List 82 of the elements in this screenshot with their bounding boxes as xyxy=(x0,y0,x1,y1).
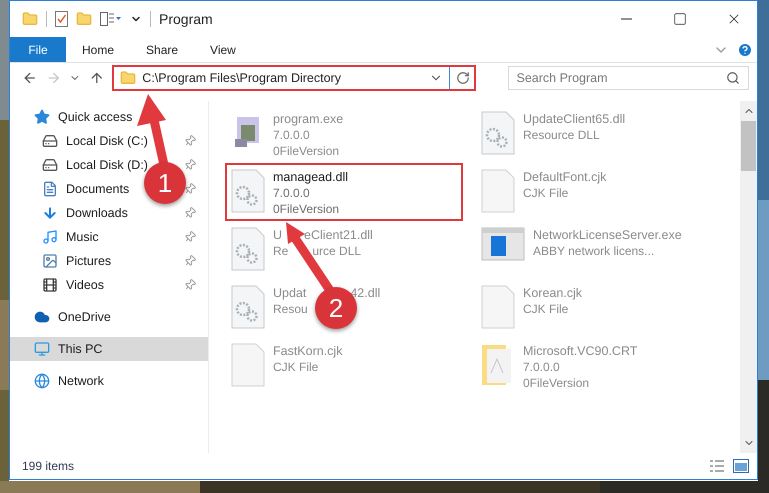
file-name: managead.dll xyxy=(273,168,348,186)
drive-icon xyxy=(42,157,58,173)
picture-icon xyxy=(42,253,58,269)
file-name: UpdateClient65.dll xyxy=(523,110,626,128)
gear-file-icon xyxy=(231,227,265,271)
blank-file-icon xyxy=(481,285,515,329)
file-detail: 7.0.0.0 xyxy=(273,185,310,202)
file-name: Microsoft.VC90.CRT xyxy=(523,342,638,360)
file-name: DefaultFont.cjk xyxy=(523,168,606,186)
file-name: FastKorn.cjk xyxy=(273,342,342,360)
sidebar-item[interactable]: OneDrive xyxy=(34,308,111,326)
details-view-icon[interactable] xyxy=(709,459,725,473)
maximize-icon xyxy=(673,12,687,26)
view-options-icon[interactable] xyxy=(100,12,122,26)
gear-file-icon xyxy=(481,111,515,155)
folder-icon xyxy=(120,70,136,86)
address-field[interactable]: C:\Program Files\Program Directory xyxy=(112,65,476,91)
scrollbar[interactable] xyxy=(740,101,757,453)
ribbon-tab[interactable]: Share xyxy=(130,37,194,62)
file-name: Updat xyxy=(273,284,306,302)
music-icon xyxy=(42,229,58,245)
folder-icon[interactable] xyxy=(22,11,38,27)
sidebar-item[interactable]: Network xyxy=(34,372,104,390)
ribbon-tab[interactable]: File xyxy=(10,37,66,62)
monitor-icon xyxy=(34,341,50,357)
search-input[interactable]: Search Program xyxy=(516,68,726,88)
item-count: 199 items xyxy=(22,458,76,475)
file-detail: Resource DLL xyxy=(523,127,600,144)
window-icon xyxy=(481,227,525,261)
sidebar-item[interactable]: Downloads xyxy=(42,204,128,222)
network-icon xyxy=(34,373,50,389)
file-name: NetworkLicenseServer.exe xyxy=(533,226,682,244)
file-name: Korean.cjk xyxy=(523,284,582,302)
checklist-icon[interactable] xyxy=(55,11,68,27)
file-detail: 0FileVersion xyxy=(273,201,340,218)
window-title: Program xyxy=(159,10,213,29)
file-detail: urce DLL xyxy=(312,243,362,260)
scroll-thumb[interactable] xyxy=(741,121,756,171)
sidebar-item[interactable]: This PC xyxy=(34,340,102,358)
sidebar-item[interactable]: Pictures xyxy=(42,252,112,270)
file-detail: 0FileVersion xyxy=(523,375,590,392)
forward-icon[interactable] xyxy=(46,70,62,86)
file-detail: CJK File xyxy=(523,185,568,202)
folder-icon[interactable] xyxy=(76,11,92,27)
sidebar-item[interactable]: Local Disk (D:) xyxy=(42,156,148,174)
film-icon xyxy=(42,277,58,293)
drive-icon xyxy=(42,133,58,149)
minimize-icon xyxy=(620,18,632,20)
file-name: U xyxy=(273,226,282,244)
blank-file-icon xyxy=(231,343,265,387)
gear-file-icon xyxy=(231,169,265,213)
sidebar-item[interactable]: Documents xyxy=(42,180,130,198)
file-detail: 7.0.0.0 xyxy=(273,127,310,144)
ribbon-tab[interactable]: Home xyxy=(66,37,130,62)
back-icon[interactable] xyxy=(22,70,38,86)
file-name: 42.dll xyxy=(350,284,380,302)
refresh-icon[interactable] xyxy=(456,71,470,85)
file-detail: 0FileVersion xyxy=(273,143,340,160)
file-detail: ABBY network licens... xyxy=(533,243,654,260)
help-icon[interactable] xyxy=(737,42,753,58)
file-detail: Re xyxy=(273,243,288,260)
blank-file-icon xyxy=(481,169,515,213)
gear-file-icon xyxy=(231,285,265,329)
search-field[interactable]: Search Program xyxy=(508,66,749,90)
file-detail: CJK File xyxy=(273,359,318,376)
search-icon xyxy=(726,71,740,85)
file-detail: CJK File xyxy=(523,301,568,318)
sidebar-item[interactable]: Music xyxy=(42,228,99,246)
sidebar-item[interactable]: Videos xyxy=(42,276,104,294)
file-name: eClient21.dll xyxy=(304,226,373,244)
file-name: program.exe xyxy=(273,110,344,128)
up-icon[interactable] xyxy=(88,70,104,86)
star-icon xyxy=(34,109,50,125)
sidebar-item[interactable]: Quick access xyxy=(34,108,132,126)
file-detail: Resou xyxy=(273,301,308,318)
sidebar-item[interactable]: Local Disk (C:) xyxy=(42,132,148,150)
document-icon xyxy=(42,181,58,197)
ribbon-tab[interactable]: View xyxy=(194,37,252,62)
cloud-icon xyxy=(34,309,50,325)
file-detail: 7.0.0.0 xyxy=(523,359,560,376)
download-icon xyxy=(42,205,58,221)
tiles-view-icon[interactable] xyxy=(733,459,749,473)
